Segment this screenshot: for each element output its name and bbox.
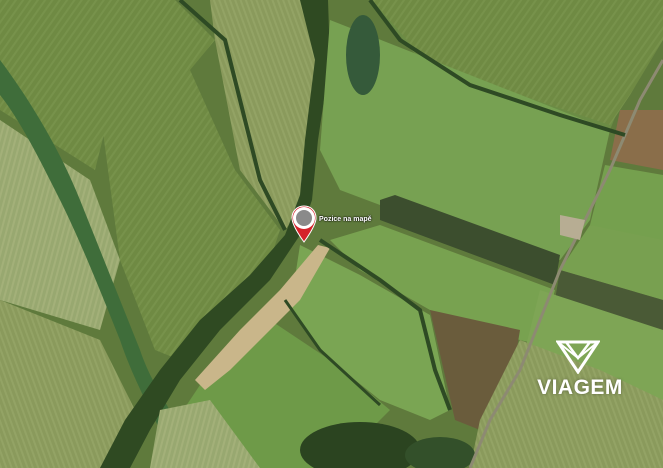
location-pin-icon[interactable] (289, 204, 319, 244)
viagem-logo: VIAGEM (530, 340, 630, 406)
satellite-map[interactable]: Pozice na mapě VIAGEM (0, 0, 663, 468)
marker-label: Pozice na mapě (319, 216, 372, 223)
viagem-diamond-logo-icon (556, 340, 600, 374)
logo-text: VIAGEM (537, 376, 623, 399)
